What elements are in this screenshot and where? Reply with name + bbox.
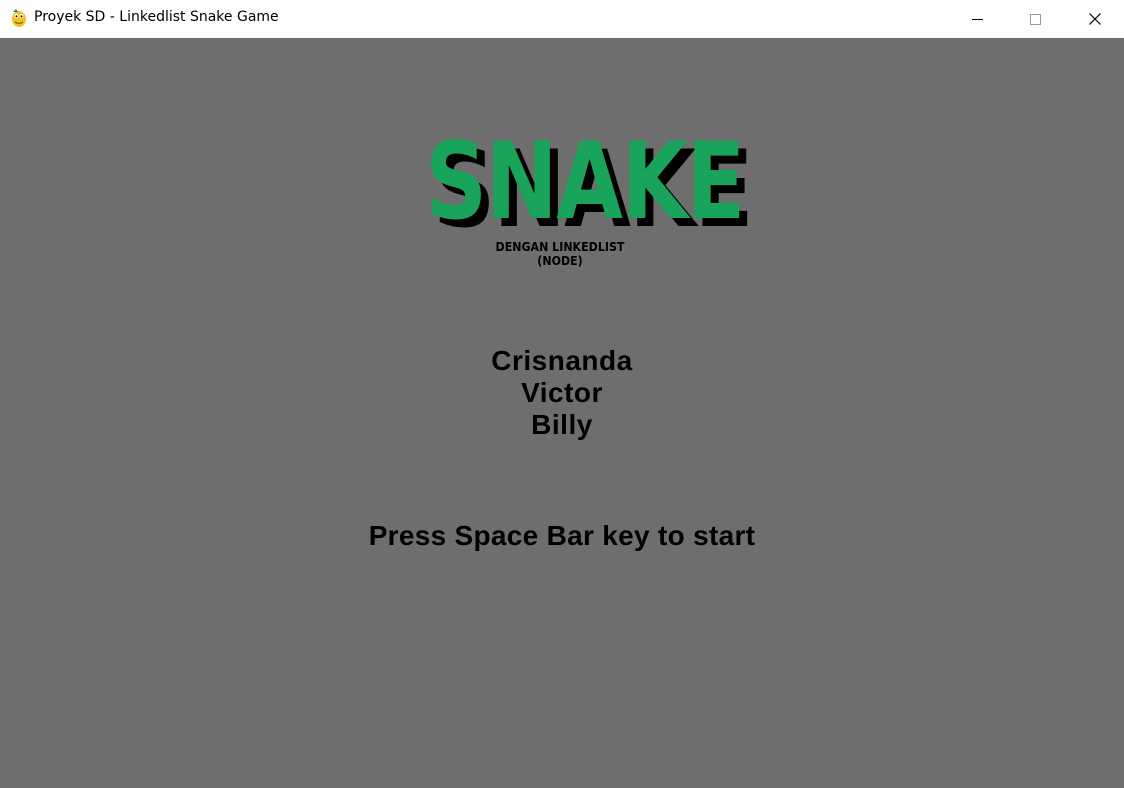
credit-name: Victor — [521, 377, 603, 408]
credit-name: Crisnanda — [491, 345, 633, 376]
minimize-icon — [971, 18, 983, 20]
game-canvas[interactable]: SNAKE SNAKE DENGAN LINKEDLIST (NODE) Cri… — [0, 38, 1124, 788]
close-icon — [1089, 13, 1101, 25]
credit-name: Billy — [531, 409, 593, 440]
title-bar[interactable]: Proyek SD - Linkedlist Snake Game — [0, 0, 1124, 38]
logo-title-text: SNAKE — [425, 118, 745, 244]
maximize-button[interactable] — [1006, 0, 1064, 38]
minimize-button[interactable] — [948, 0, 1006, 38]
game-window: Proyek SD - Linkedlist Snake Game SNAKE … — [0, 0, 1124, 788]
window-title: Proyek SD - Linkedlist Snake Game — [34, 9, 279, 25]
logo-title: SNAKE SNAKE — [425, 128, 753, 242]
python-icon — [10, 8, 28, 28]
logo-subtitle: DENGAN LINKEDLIST (NODE) — [495, 240, 625, 268]
maximize-icon — [1029, 13, 1041, 25]
close-button[interactable] — [1066, 0, 1124, 38]
game-logo: SNAKE SNAKE DENGAN LINKEDLIST (NODE) — [425, 128, 753, 268]
start-prompt: Press Space Bar key to start — [368, 520, 756, 551]
credits-list: Crisnanda Victor Billy — [362, 345, 762, 441]
